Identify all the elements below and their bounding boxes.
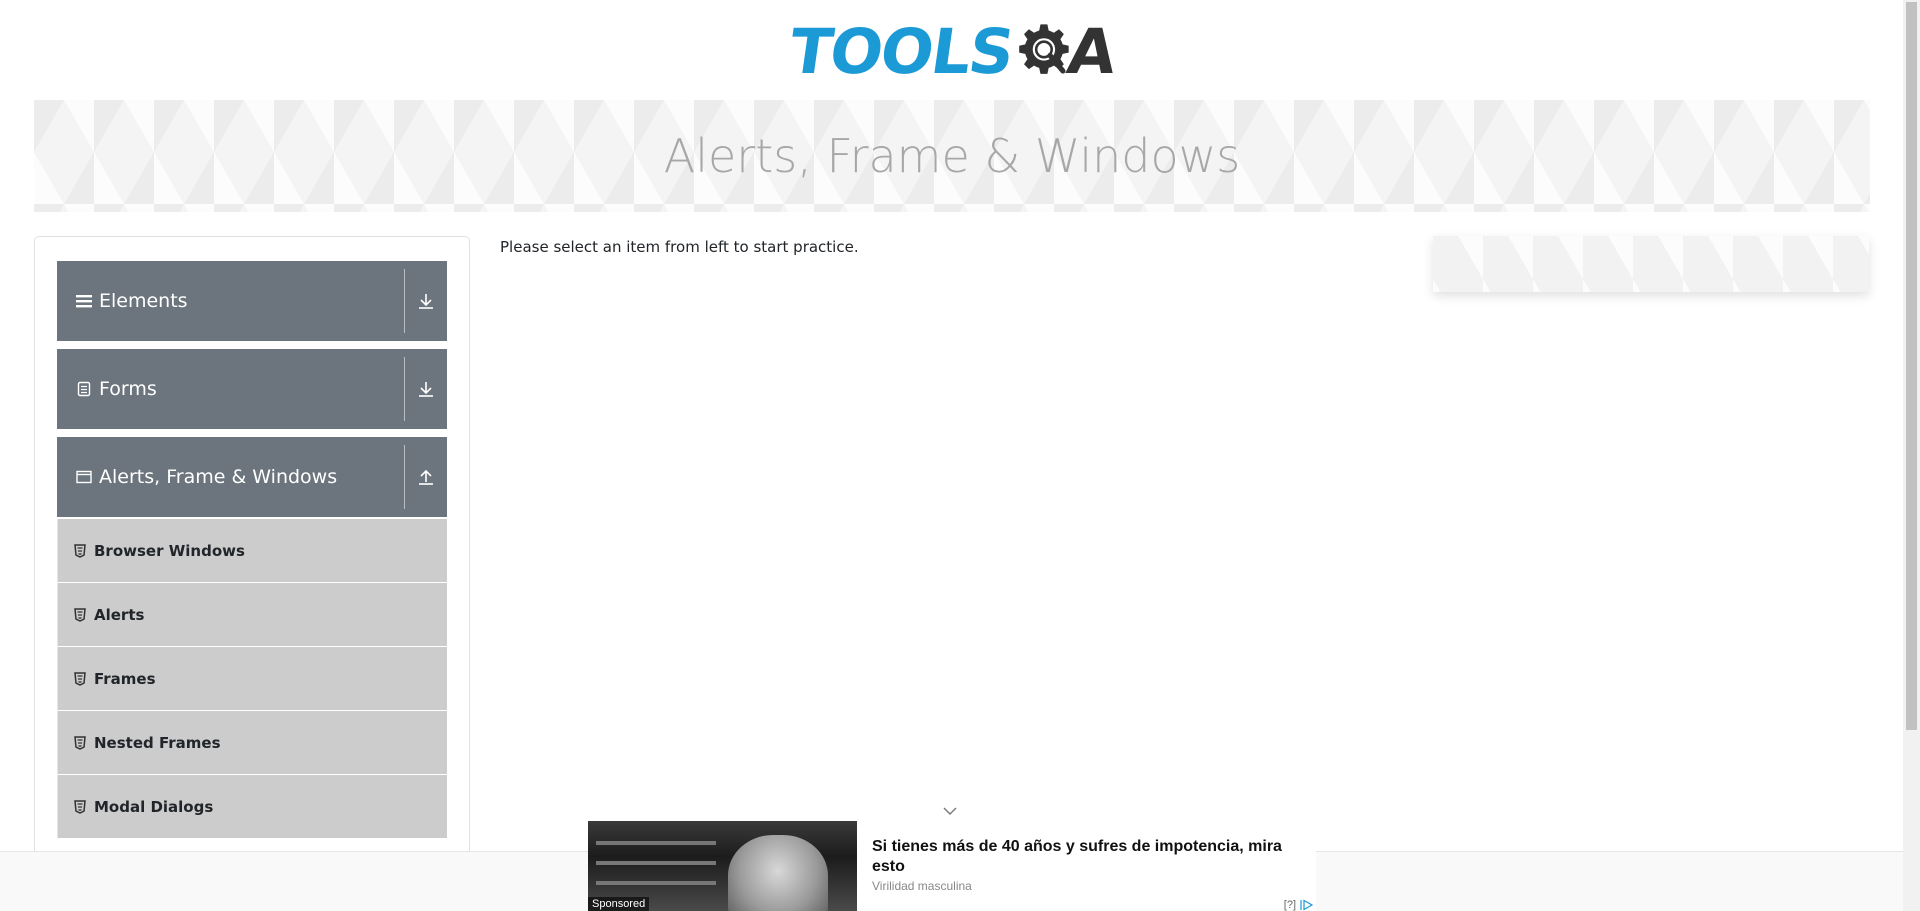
ad-image-face [728, 835, 828, 911]
menu-item-label: Alerts [94, 605, 145, 624]
menu-item-label: Nested Frames [94, 733, 221, 752]
hamburger-icon [73, 294, 95, 308]
html5-icon [74, 543, 86, 558]
download-arrow-icon [405, 292, 447, 310]
page: TOOLS A Alerts, Frame & Windows Elements [0, 0, 1920, 911]
document-icon [73, 381, 95, 397]
ad-source[interactable]: Virilidad masculina [872, 879, 972, 893]
group-header-alerts-frame-windows[interactable]: Alerts, Frame & Windows [57, 437, 447, 517]
ad-title[interactable]: Si tienes más de 40 años y sufres de imp… [872, 837, 1302, 877]
alerts-frame-windows-submenu: Browser Windows Alerts Frames Nested Fra… [57, 519, 447, 839]
logo-text-a: A [1062, 15, 1122, 88]
ad-image-detail [596, 861, 716, 865]
menu-item-label: Frames [94, 669, 156, 688]
left-sidebar: Elements Forms Alerts, Frame & Windows B… [34, 236, 470, 911]
instruction-text: Please select an item from left to start… [500, 238, 859, 256]
ad-image-detail [596, 841, 716, 845]
ad-info-label: [?] [1283, 899, 1296, 911]
sponsored-ad[interactable]: Sponsored Si tienes más de 40 años y suf… [588, 821, 1316, 911]
group-label: Elements [99, 290, 188, 312]
right-ad-placeholder [1433, 236, 1869, 292]
html5-icon [74, 799, 86, 814]
ad-image-detail [596, 881, 716, 885]
group-label: Alerts, Frame & Windows [99, 466, 338, 488]
window-icon [73, 470, 95, 484]
vertical-scrollbar[interactable] [1903, 0, 1920, 911]
group-header-elements[interactable]: Elements [57, 261, 447, 341]
menu-item-alerts[interactable]: Alerts [57, 583, 447, 647]
page-title: Alerts, Frame & Windows [663, 129, 1241, 183]
download-arrow-icon [405, 380, 447, 398]
upload-arrow-icon [405, 468, 447, 486]
page-banner: Alerts, Frame & Windows [34, 100, 1870, 212]
group-header-forms[interactable]: Forms [57, 349, 447, 429]
sponsored-label: Sponsored [588, 897, 650, 911]
html5-icon [74, 735, 86, 750]
ad-image[interactable]: Sponsored [588, 821, 857, 911]
menu-item-modal-dialogs[interactable]: Modal Dialogs [57, 775, 447, 839]
adchoices-icon [1300, 899, 1314, 911]
scrollbar-thumb[interactable] [1906, 2, 1917, 730]
group-label: Forms [99, 378, 157, 400]
menu-item-label: Modal Dialogs [94, 797, 214, 816]
logo-text-tools: TOOLS [784, 15, 1018, 88]
menu-item-nested-frames[interactable]: Nested Frames [57, 711, 447, 775]
html5-icon [74, 671, 86, 686]
menu-item-browser-windows[interactable]: Browser Windows [57, 519, 447, 583]
menu-item-label: Browser Windows [94, 541, 245, 560]
ad-info[interactable]: [?] [1284, 899, 1314, 911]
toolsqa-logo[interactable]: TOOLS A [785, 14, 1121, 90]
html5-icon [74, 607, 86, 622]
menu-item-frames[interactable]: Frames [57, 647, 447, 711]
collapse-ad-chevron-icon[interactable] [940, 804, 960, 818]
